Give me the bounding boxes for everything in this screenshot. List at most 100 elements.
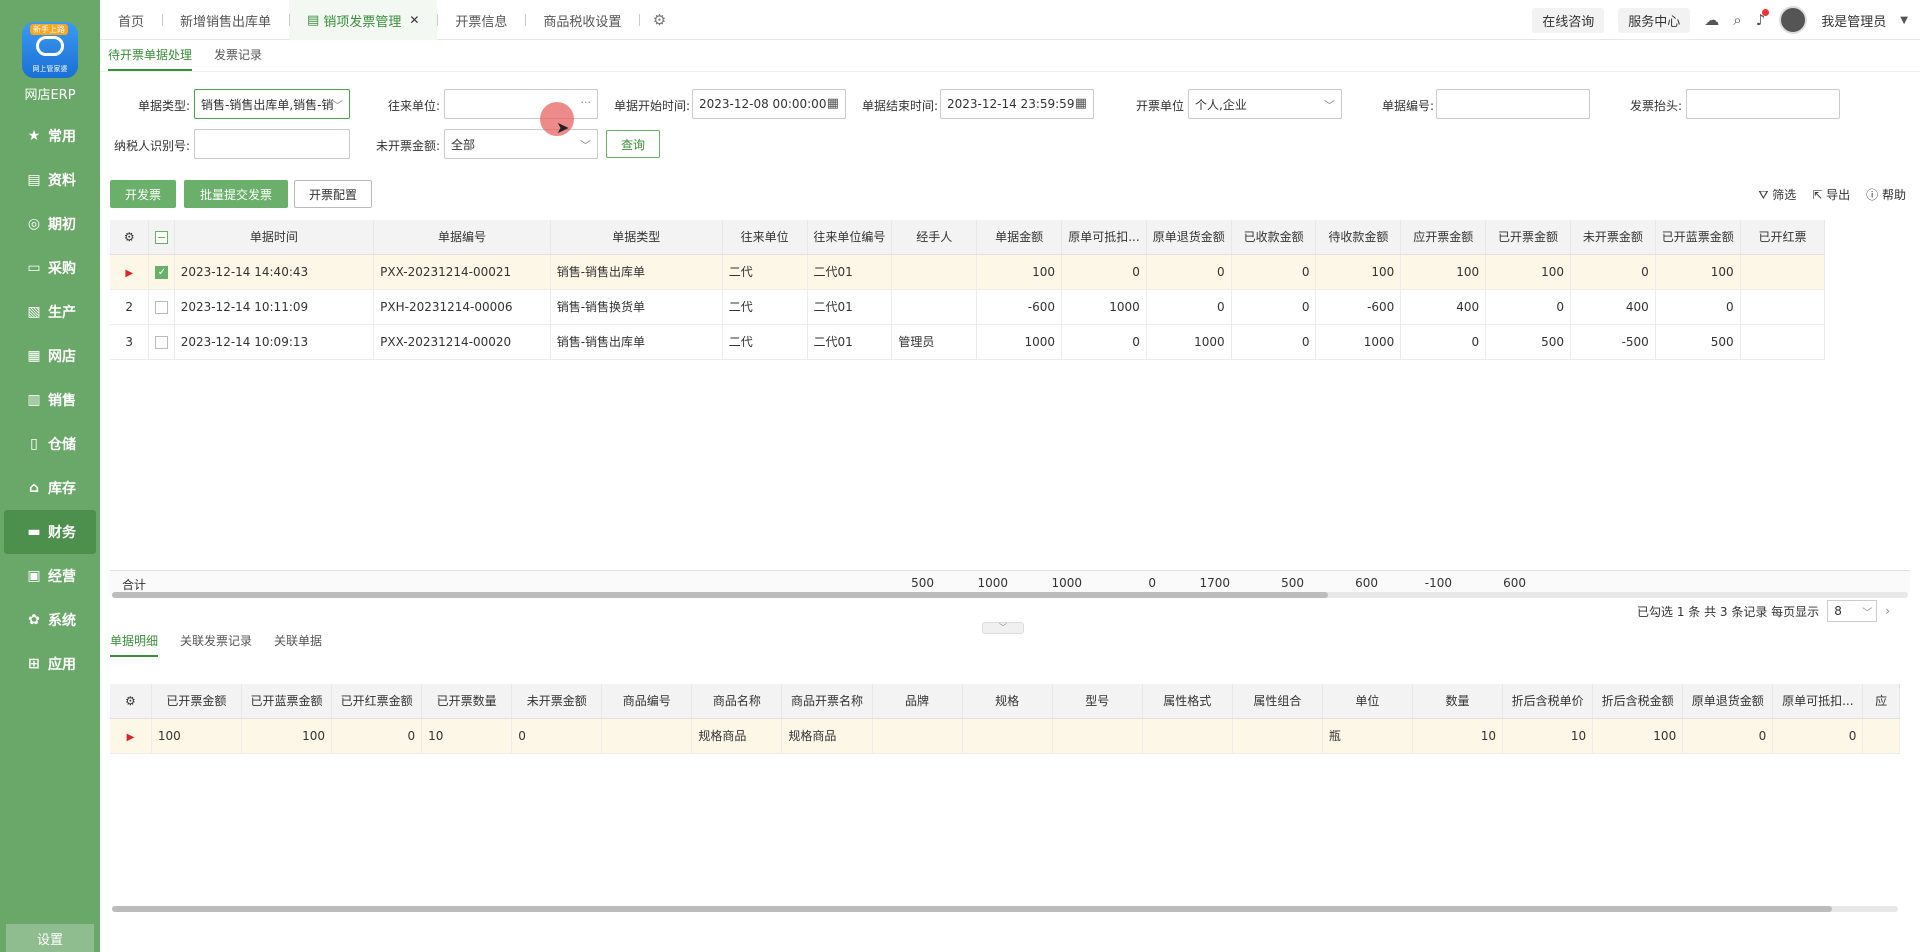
sidebar-item-10[interactable]: ▣ 经营 — [0, 554, 100, 598]
chevron-down-icon[interactable]: ▼ — [1900, 15, 1908, 26]
close-icon[interactable]: ✕ — [409, 13, 419, 27]
tab-0[interactable]: 首页 — [100, 0, 162, 40]
invoice-title-input[interactable] — [1686, 89, 1840, 119]
column-header[interactable]: 已开红票 — [1740, 220, 1826, 255]
column-header[interactable]: 商品编号 — [601, 684, 693, 719]
column-header[interactable]: 单据金额 — [976, 220, 1062, 255]
sidebar-item-6[interactable]: ▥ 销售 — [0, 378, 100, 422]
column-header[interactable]: 经手人 — [891, 220, 978, 255]
cloud-download-icon[interactable]: ☁ — [1704, 11, 1719, 29]
sidebar-item-5[interactable]: ▦ 网店 — [0, 334, 100, 378]
column-header[interactable]: 数量 — [1412, 684, 1504, 719]
sidebar-item-3[interactable]: ▭ 采购 — [0, 246, 100, 290]
column-header[interactable]: 原单可抵扣... — [1061, 220, 1147, 255]
tab-2[interactable]: ▤ 销项发票管理 ✕ — [289, 0, 438, 40]
column-header[interactable]: 规格 — [962, 684, 1053, 719]
batch-submit-button[interactable]: 批量提交发票 — [184, 180, 288, 208]
scrollbar-thumb[interactable] — [112, 906, 1832, 912]
sidebar-item-9[interactable]: ▬ 财务 — [4, 510, 96, 554]
user-name[interactable]: 我是管理员 — [1821, 11, 1886, 30]
sidebar-item-0[interactable]: ★ 常用 — [0, 114, 100, 158]
column-header[interactable]: 单据时间 — [174, 220, 375, 255]
detail-tab-2[interactable]: 关联单据 — [274, 632, 322, 657]
column-header[interactable]: 原单退货金额 — [1146, 220, 1232, 255]
column-header[interactable]: 已收款金额 — [1231, 220, 1317, 255]
column-header[interactable]: 应 — [1862, 684, 1900, 719]
column-header[interactable]: 单据编号 — [373, 220, 551, 255]
subtab-1[interactable]: 发票记录 — [214, 46, 262, 71]
column-header[interactable]: 应开票金额 — [1400, 220, 1487, 255]
tab-4[interactable]: 商品税收设置 — [525, 0, 639, 40]
column-header[interactable]: 单据类型 — [550, 220, 723, 255]
row-checkbox[interactable]: ✓ — [155, 265, 169, 279]
column-header[interactable]: 已开票数量 — [421, 684, 513, 719]
sidebar-item-7[interactable]: ▯ 仓储 — [0, 422, 100, 466]
partner-input[interactable]: ··· — [444, 89, 598, 119]
settings-button[interactable]: 设置 — [6, 924, 94, 952]
tab-settings-gear[interactable]: ⚙ — [639, 0, 679, 40]
detail-tab-1[interactable]: 关联发票记录 — [180, 632, 252, 657]
column-header[interactable]: 属性组合 — [1232, 684, 1323, 719]
app-logo[interactable]: 新手上路 网上管家婆 — [22, 22, 78, 78]
uninvoiced-amount-select[interactable]: 全部 ﹀ — [444, 129, 598, 159]
collapse-handle[interactable]: ﹀ — [982, 622, 1024, 634]
table-row[interactable]: 3 2023-12-14 10:09:13 PXX-20231214-00020 销售… — [110, 324, 1910, 360]
sidebar-item-11[interactable]: ✿ 系统 — [0, 598, 100, 642]
online-consult-button[interactable]: 在线咨询 — [1532, 7, 1605, 33]
detail-table-scrollbar[interactable] — [112, 906, 1898, 912]
column-header[interactable]: 原单可抵扣... — [1772, 684, 1864, 719]
service-center-button[interactable]: 服务中心 — [1618, 7, 1691, 33]
filter-button[interactable]: ⛛ 筛选 — [1758, 186, 1796, 203]
column-header[interactable]: 待收款金额 — [1315, 220, 1402, 255]
doc-type-select[interactable]: 销售-销售出库单,销售-销 ﹀ — [194, 89, 350, 119]
next-page-button[interactable]: › — [1885, 604, 1890, 618]
sidebar-item-4[interactable]: ▧ 生产 — [0, 290, 100, 334]
select-all-checkbox[interactable] — [155, 230, 169, 244]
column-settings[interactable]: ⚙ — [110, 684, 152, 719]
table-row[interactable]: ▶ 100 100 0 10 0 规格商品 规格商品瓶 10 10 100 0 0 — [110, 718, 1900, 754]
row-checkbox[interactable] — [155, 335, 169, 349]
column-header[interactable]: 折后含税金额 — [1592, 684, 1684, 719]
more-icon[interactable]: ··· — [581, 96, 592, 109]
column-header[interactable]: 未开票金额 — [1570, 220, 1656, 255]
column-settings[interactable]: ⚙ — [110, 220, 150, 255]
taxpayer-id-input[interactable] — [194, 129, 350, 159]
end-time-input[interactable]: 2023-12-14 23:59:59 ▦ — [940, 89, 1094, 119]
column-header[interactable]: 已开蓝票金额 — [1655, 220, 1741, 255]
table-row[interactable]: 2 2023-12-14 10:11:09 PXH-20231214-00006 销售… — [110, 289, 1910, 325]
column-header[interactable]: 商品名称 — [691, 684, 783, 719]
main-table-scrollbar[interactable] — [112, 592, 1908, 598]
column-header[interactable]: 商品开票名称 — [781, 684, 873, 719]
column-header[interactable]: 属性格式 — [1142, 684, 1233, 719]
invoice-config-button[interactable]: 开票配置 — [294, 180, 372, 208]
detail-tab-0[interactable]: 单据明细 — [110, 632, 159, 657]
column-header[interactable]: 未开票金额 — [511, 684, 603, 719]
help-button[interactable]: ⓘ 帮助 — [1866, 186, 1906, 203]
doc-no-input[interactable] — [1436, 89, 1590, 119]
tab-3[interactable]: 开票信息 — [437, 0, 525, 40]
subtab-0[interactable]: 待开票单据处理 — [108, 46, 193, 71]
tab-1[interactable]: 新增销售出库单 — [162, 0, 289, 40]
column-header[interactable]: 往来单位 — [722, 220, 808, 255]
sidebar-item-2[interactable]: ◎ 期初 — [0, 202, 100, 246]
column-header[interactable]: 原单退货金额 — [1682, 684, 1774, 719]
bell-icon[interactable]: ♪ — [1756, 9, 1770, 29]
export-button[interactable]: ⇱ 导出 — [1812, 186, 1850, 203]
column-header[interactable]: 品牌 — [872, 684, 963, 719]
column-header[interactable]: 已开蓝票金额 — [241, 684, 333, 719]
sidebar-item-12[interactable]: ⊞ 应用 — [0, 642, 100, 686]
column-header[interactable]: 往来单位编号 — [807, 220, 893, 255]
column-header[interactable]: 已开票金额 — [1485, 220, 1571, 255]
query-button[interactable]: 查询 — [606, 130, 660, 158]
column-header[interactable]: 已开红票金额 — [331, 684, 423, 719]
column-header[interactable]: 折后含税单价 — [1502, 684, 1594, 719]
column-header[interactable]: 已开票金额 — [151, 684, 242, 719]
avatar[interactable] — [1779, 6, 1808, 34]
row-checkbox[interactable] — [155, 300, 169, 314]
invoice-unit-select[interactable]: 个人,企业 ﹀ — [1188, 89, 1342, 119]
sidebar-item-8[interactable]: ⌂ 库存 — [0, 466, 100, 510]
search-icon[interactable]: ⌕ — [1733, 11, 1741, 29]
scrollbar-thumb[interactable] — [112, 592, 1328, 598]
table-row[interactable]: ▶ ✓ 2023-12-14 14:40:43 PXX-20231214-00021 销… — [110, 254, 1910, 290]
start-time-input[interactable]: 2023-12-08 00:00:00 ▦ — [692, 89, 846, 119]
